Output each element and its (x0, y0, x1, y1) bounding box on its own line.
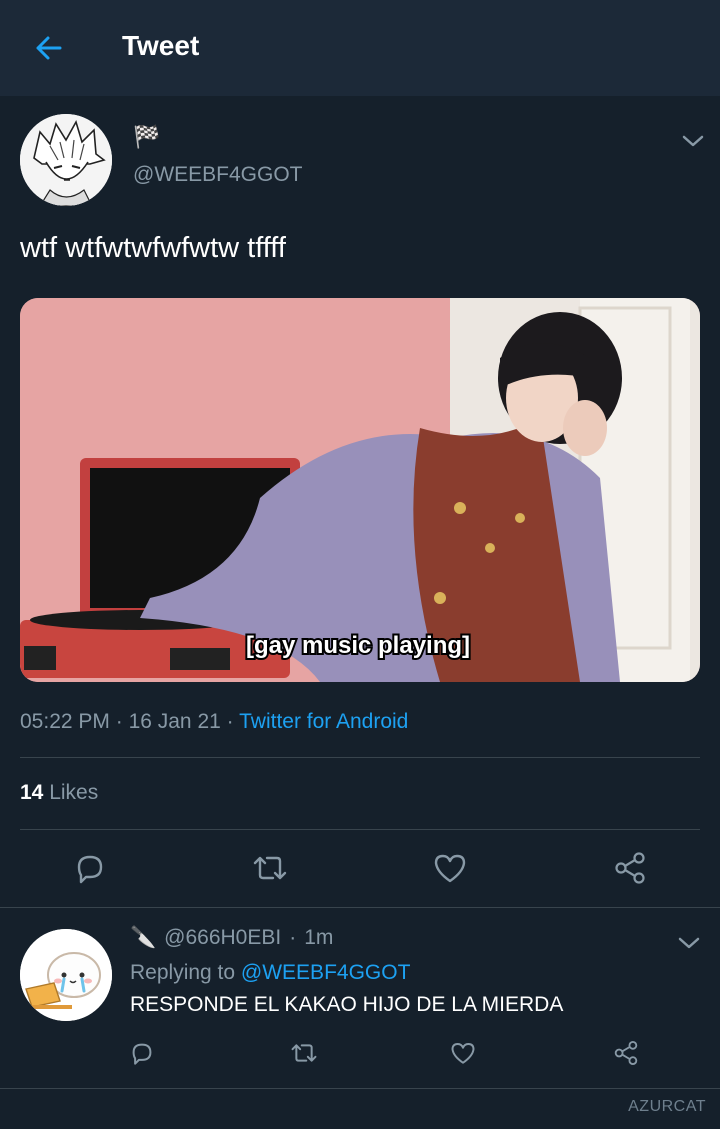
knife-icon: 🔪 (130, 926, 157, 949)
meta-separator: · (289, 926, 297, 949)
replying-to: Replying to @WEEBF4GGOT (130, 961, 410, 985)
share-icon (615, 852, 645, 884)
likes-number: 14 (20, 781, 44, 804)
reply-button[interactable] (70, 848, 110, 888)
like-icon (434, 854, 466, 883)
likes-count[interactable]: 14 Likes (20, 781, 98, 805)
reply-header: 🔪 @666H0EBI · 1m (130, 926, 333, 950)
divider (20, 829, 700, 830)
reply-avatar[interactable] (20, 929, 112, 1021)
reply-share-button[interactable] (610, 1037, 642, 1069)
top-bar: Tweet (0, 0, 720, 96)
tweet-source-link[interactable]: Twitter for Android (239, 710, 408, 733)
retweet-button[interactable] (250, 848, 290, 888)
tweet-media[interactable]: [gay music playing] (20, 298, 700, 682)
retweet-icon (253, 856, 287, 880)
display-name[interactable]: 🏁 (133, 124, 160, 150)
reply-options-button[interactable] (674, 928, 704, 958)
tweet-meta: 05:22 PM · 16 Jan 21 · Twitter for Andro… (20, 710, 408, 734)
reply-time: 1m (304, 926, 334, 949)
reply-like-button[interactable] (447, 1037, 479, 1069)
media-caption: [gay music playing] (246, 632, 470, 659)
retweet-icon (291, 1044, 317, 1062)
avatar[interactable] (20, 114, 112, 206)
tweet-options-button[interactable] (678, 126, 708, 156)
divider (20, 757, 700, 758)
tweet-date: 16 Jan 21 (128, 710, 221, 733)
meta-separator: · (226, 710, 240, 733)
replying-prefix: Replying to (130, 961, 236, 984)
share-button[interactable] (610, 848, 650, 888)
like-button[interactable] (430, 848, 470, 888)
share-icon (614, 1040, 638, 1066)
back-button[interactable] (28, 28, 68, 68)
tweet-time: 05:22 PM (20, 710, 110, 733)
reply-handle[interactable]: @666H0EBI (164, 926, 281, 950)
reply-text: RESPONDE EL KAKAO HIJO DE LA MIERDA (130, 993, 564, 1016)
chevron-down-icon (678, 937, 700, 949)
meta-separator: · (115, 710, 129, 733)
replying-to-link[interactable]: @WEEBF4GGOT (241, 961, 411, 984)
chevron-down-icon (682, 135, 704, 147)
user-handle[interactable]: @WEEBF4GGOT (133, 163, 303, 187)
reply-icon (132, 1043, 152, 1065)
divider (0, 907, 720, 908)
likes-label: Likes (49, 781, 99, 804)
divider (0, 1088, 720, 1089)
tweet-text: wtf wtfwtwfwfwtw tffff (20, 232, 286, 264)
reply-retweet-button[interactable] (288, 1037, 320, 1069)
reply-icon (77, 855, 103, 884)
like-icon (451, 1043, 475, 1064)
watermark: AZURCAT (628, 1098, 706, 1115)
reply-reply-button[interactable] (126, 1037, 158, 1069)
back-arrow-icon (36, 36, 62, 60)
page-title: Tweet (122, 30, 200, 61)
